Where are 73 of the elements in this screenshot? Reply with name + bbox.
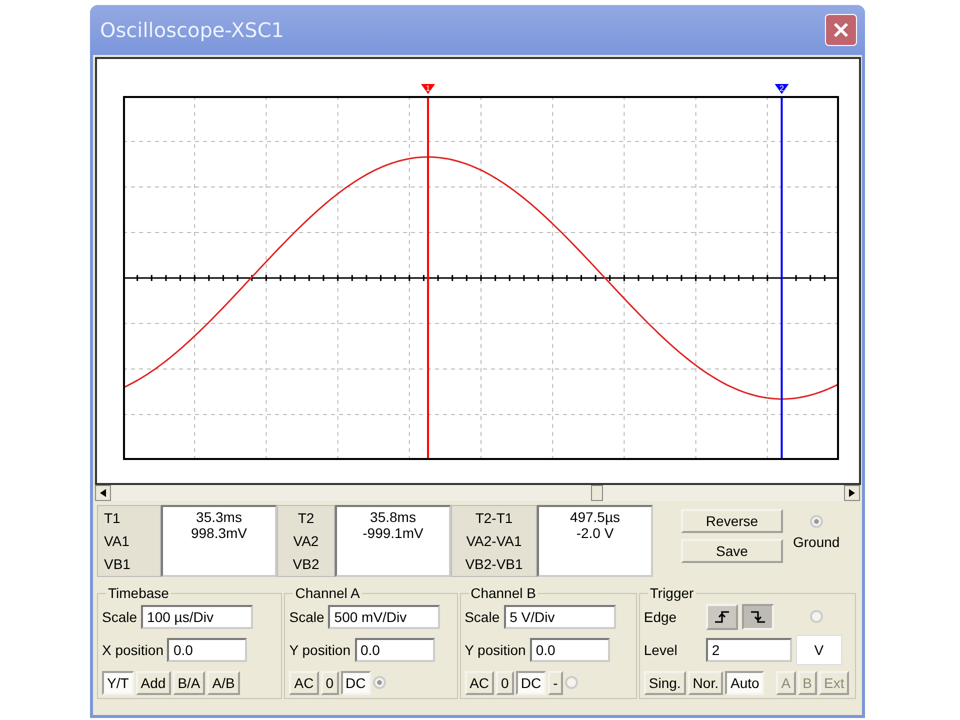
coupling-button[interactable]: AC — [289, 670, 319, 694]
window-title: Oscilloscope-XSC1 — [100, 18, 284, 42]
field-label: Y position — [464, 642, 526, 658]
edge-button[interactable] — [742, 604, 774, 630]
readout-label: VB2 — [292, 556, 320, 572]
mode-button[interactable]: Y/T — [102, 670, 134, 694]
readout-value: -2.0 V — [576, 525, 614, 541]
field-label: Scale — [102, 608, 138, 624]
cursor-line[interactable] — [780, 96, 783, 460]
trigger-radio[interactable] — [810, 610, 823, 623]
field-label: Edge — [644, 608, 678, 624]
readout-label: T1 — [104, 510, 122, 526]
readout-label: T2 — [298, 510, 314, 526]
readout-label: VB1 — [104, 556, 132, 572]
rising-edge-icon — [714, 610, 730, 624]
ground-label: Ground — [793, 534, 840, 550]
scale-field[interactable]: 5 V/Div — [504, 604, 616, 628]
readout-value: 35.3ms — [196, 509, 242, 525]
readout-label: VA2-VA1 — [466, 533, 522, 549]
edge-button[interactable] — [706, 604, 738, 630]
coupling-button[interactable]: DC — [340, 670, 371, 694]
readout-label: VA1 — [104, 533, 130, 549]
field-label: Scale — [289, 608, 324, 624]
readout-value: 497.5µs — [570, 509, 620, 525]
field-label: Y position — [289, 642, 350, 658]
field-label: Scale — [464, 608, 500, 624]
readout-label: VB2-VB1 — [465, 556, 523, 572]
channel-radio[interactable] — [372, 676, 386, 689]
scale-field[interactable]: 500 mV/Div — [328, 604, 440, 628]
cursor-handle[interactable]: 1 — [421, 84, 436, 94]
readout-label: T2-T1 — [475, 510, 513, 526]
falling-edge-icon — [750, 610, 766, 624]
group-title: Trigger — [648, 585, 695, 601]
coupling-button[interactable]: DC — [516, 670, 546, 694]
trigger-mode-button[interactable]: Auto — [725, 670, 764, 694]
close-icon — [832, 21, 850, 39]
action-button[interactable]: Reverse — [681, 509, 783, 533]
close-button[interactable] — [825, 14, 857, 46]
cursor-handle[interactable]: 2 — [774, 84, 789, 94]
trigger-mode-button[interactable]: Sing. — [644, 670, 686, 694]
scroll-left-button[interactable] — [95, 485, 111, 501]
scroll-right-button[interactable] — [844, 485, 860, 501]
group-title: Channel A — [294, 585, 361, 601]
readout-value: 35.8ms — [370, 509, 416, 525]
mode-button[interactable]: Add — [136, 670, 171, 694]
position-field[interactable]: 0.0 — [354, 638, 434, 662]
group-title: Channel B — [470, 585, 537, 601]
coupling-button[interactable]: 0 — [320, 670, 339, 694]
ground-radio[interactable] — [810, 515, 823, 528]
readout-value: -999.1mV — [362, 525, 424, 541]
left-arrow-icon — [100, 489, 106, 497]
group-title: Timebase — [107, 585, 170, 601]
coupling-button[interactable]: AC — [464, 670, 494, 694]
unit-field[interactable]: V — [796, 634, 842, 664]
invert-button[interactable]: - — [548, 670, 563, 694]
position-field[interactable]: 0.0 — [167, 638, 248, 662]
readout-label: VA2 — [293, 533, 319, 549]
scroll-thumb[interactable] — [591, 485, 603, 501]
cursor-line[interactable] — [427, 96, 430, 460]
channel-radio[interactable] — [564, 676, 578, 689]
mode-button[interactable]: A/B — [207, 670, 240, 694]
level-field[interactable]: 2 — [706, 638, 792, 662]
trigger-mode-button[interactable]: Nor. — [688, 670, 724, 694]
position-field[interactable]: 0.0 — [530, 638, 610, 662]
field-label: Level — [644, 642, 678, 658]
coupling-button[interactable]: 0 — [496, 670, 514, 694]
mode-button[interactable]: B/A — [172, 670, 206, 694]
right-arrow-icon — [849, 489, 855, 497]
horizontal-scrollbar[interactable] — [95, 485, 860, 501]
action-button[interactable]: Save — [681, 539, 783, 563]
field-label: X position — [102, 642, 164, 658]
scale-field[interactable]: 100 µs/Div — [141, 604, 254, 628]
readout-value: 998.3mV — [190, 525, 248, 541]
